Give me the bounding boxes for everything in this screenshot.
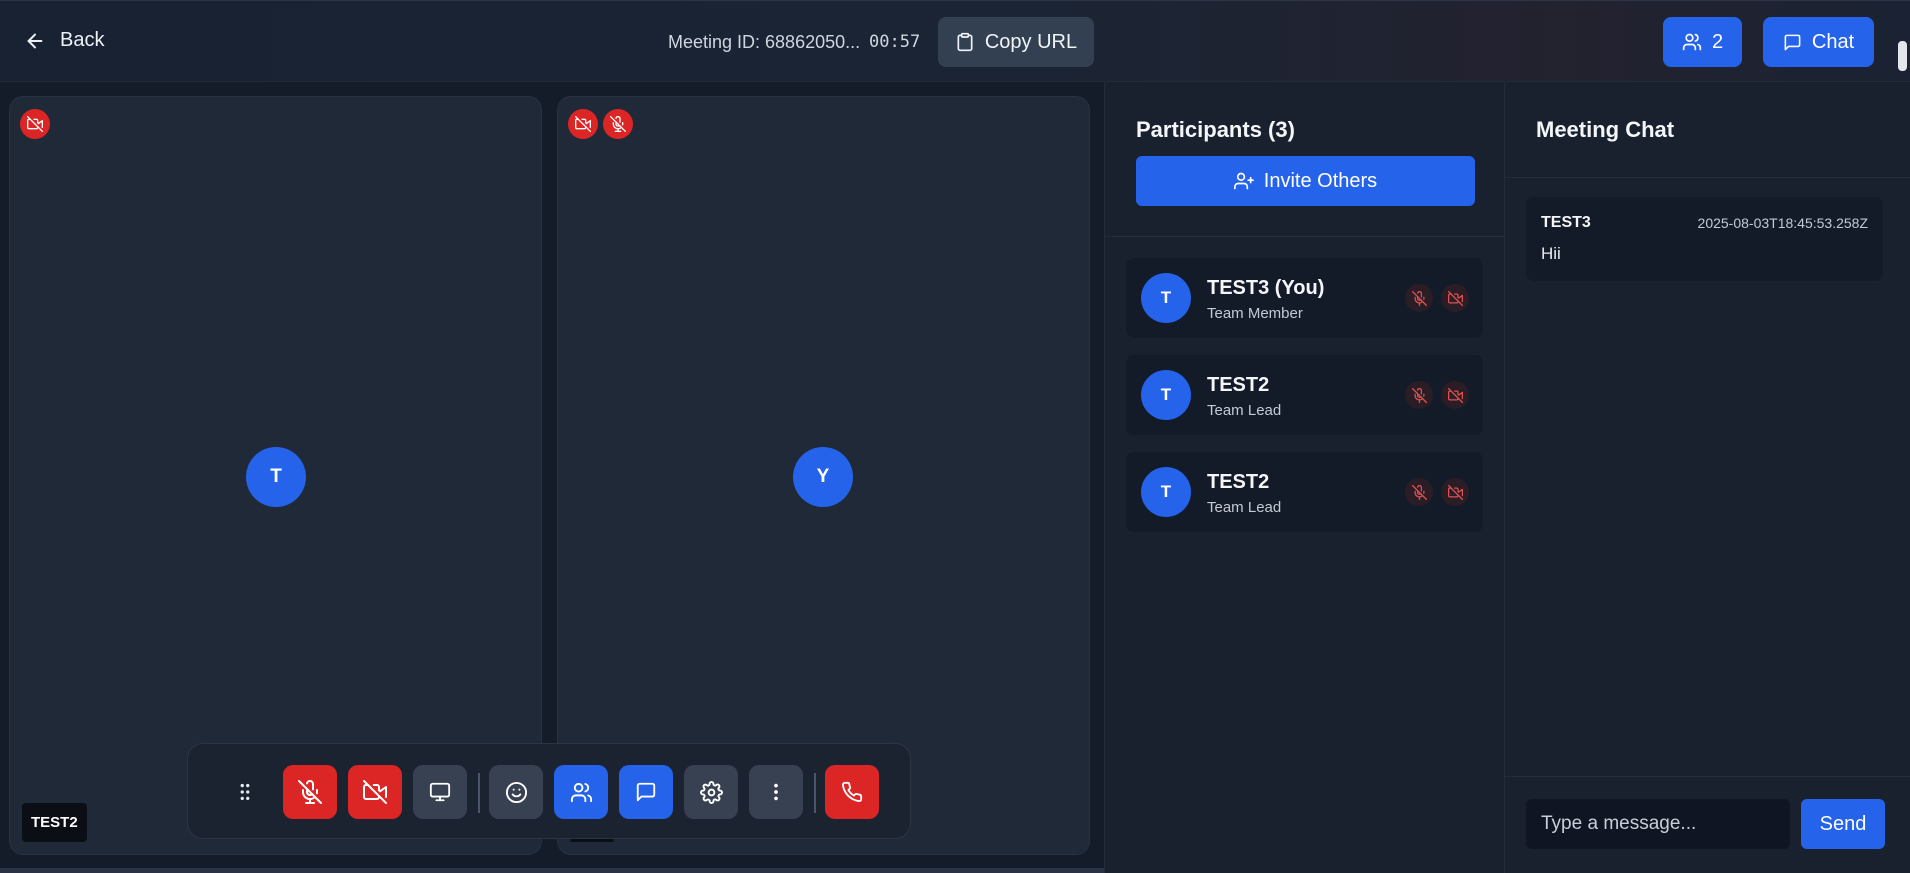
toggle-camera-button[interactable] [348,765,402,819]
divider [1505,776,1910,777]
avatar: Y [793,447,853,507]
mic-off-icon [1405,284,1433,312]
avatar: T [1141,370,1191,420]
video-tile[interactable]: Y [557,96,1090,855]
message-timestamp: 2025-08-03T18:45:53.258Z [1697,215,1868,231]
tile-status-badges [568,109,633,139]
meeting-timer: 00:57 [869,32,921,52]
chat-message: TEST3 2025-08-03T18:45:53.258Z Hii [1526,197,1883,281]
chat-toggle-button[interactable]: Chat [1763,17,1874,67]
avatar: T [1141,273,1191,323]
participants-toggle-button[interactable]: 2 [1663,17,1742,67]
users-icon [1682,32,1702,52]
send-button[interactable]: Send [1801,799,1885,849]
participant-card[interactable]: T TEST2 Team Lead [1126,355,1483,435]
avatar: T [246,447,306,507]
participant-role: Team Lead [1207,499,1282,516]
camera-off-icon [1441,381,1469,409]
invite-others-button[interactable]: Invite Others [1136,156,1475,206]
message-input[interactable] [1526,799,1790,849]
bottom-edge [0,868,1104,873]
share-screen-button[interactable] [413,765,467,819]
clipboard-icon [955,32,975,52]
toggle-mic-button[interactable] [283,765,337,819]
drag-handle-icon[interactable] [218,765,272,819]
message-square-icon [1783,33,1802,52]
message-square-icon [635,781,657,803]
participant-name: TEST3 (You) [1207,277,1325,299]
copy-url-label: Copy URL [984,30,1078,53]
controls-divider [478,773,480,813]
more-vertical-icon [765,781,787,803]
camera-off-icon [20,109,50,139]
chat-button[interactable] [619,765,673,819]
reactions-button[interactable] [489,765,543,819]
message-author: TEST3 [1541,214,1591,231]
tile-status-badges [20,109,50,139]
participant-role: Team Lead [1207,402,1282,419]
camera-off-icon [568,109,598,139]
meeting-id: Meeting ID: 68862050... [668,32,861,52]
user-plus-icon [1233,171,1254,191]
participants-title: Participants (3) [1136,117,1295,142]
gear-icon [699,780,723,804]
smile-icon [505,781,528,804]
chat-label: Chat [1811,30,1855,53]
chat-title: Meeting Chat [1536,117,1675,142]
video-tile[interactable]: T TEST2 [9,96,542,855]
monitor-icon [429,781,451,803]
participants-count: 2 [1711,30,1724,53]
more-options-button[interactable] [749,765,803,819]
participant-card[interactable]: T TEST3 (You) Team Member [1126,258,1483,338]
settings-button[interactable] [684,765,738,819]
divider [1105,236,1505,237]
users-icon [570,781,593,804]
top-bar: Back Meeting ID: 68862050... 00:57 Copy … [0,0,1910,82]
participants-panel: Participants (3) Invite Others T TEST3 (… [1104,82,1505,873]
participants-button[interactable] [554,765,608,819]
back-button[interactable]: Back [24,29,104,52]
invite-others-label: Invite Others [1263,169,1378,192]
phone-icon [841,781,863,803]
participant-name: TEST2 [1207,374,1270,396]
camera-off-icon [1441,478,1469,506]
avatar: T [1141,467,1191,517]
back-label: Back [60,29,105,51]
participant-name-tag: TEST2 [22,803,87,842]
camera-off-icon [1441,284,1469,312]
copy-url-button[interactable]: Copy URL [938,17,1094,67]
chat-panel: Meeting Chat TEST3 2025-08-03T18:45:53.2… [1504,82,1910,873]
mic-off-icon [298,780,322,804]
meeting-controls-bar [187,743,911,839]
message-text: Hii [1541,244,1561,263]
mic-off-icon [1405,478,1433,506]
mic-off-icon [1405,381,1433,409]
participant-name: TEST2 [1207,471,1270,493]
divider [1505,177,1910,178]
leave-call-button[interactable] [825,765,879,819]
controls-divider [814,773,816,813]
arrow-left-icon [24,30,46,52]
participant-card[interactable]: T TEST2 Team Lead [1126,452,1483,532]
scrollbar-thumb[interactable] [1898,41,1907,71]
participant-role: Team Member [1207,305,1303,322]
mic-off-icon [603,109,633,139]
camera-off-icon [363,780,387,804]
